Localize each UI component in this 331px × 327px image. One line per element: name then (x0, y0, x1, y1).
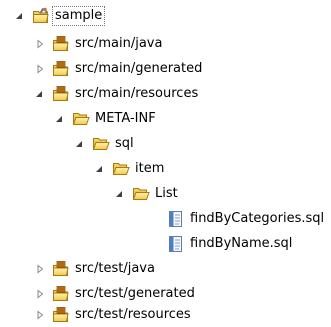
tree-item-label: src/test/java (75, 261, 155, 276)
source-folder-icon (52, 285, 70, 303)
sql-file-icon (167, 235, 185, 253)
tree-item-label: src/test/resources (75, 307, 191, 322)
tree-item-src-main-java[interactable]: src/main/java (0, 32, 331, 56)
tree-item-label: META-INF (95, 111, 156, 126)
expanded-arrow-icon[interactable] (15, 11, 25, 21)
tree-item-src-test-java[interactable]: src/test/java (0, 257, 331, 281)
sql-file-icon (167, 210, 185, 228)
tree-item-src-main-generated[interactable]: src/main/generated (0, 57, 331, 81)
folder-open-icon (72, 110, 90, 128)
expanded-arrow-icon[interactable] (95, 164, 105, 174)
expanded-arrow-icon[interactable] (75, 139, 85, 149)
source-folder-icon (52, 60, 70, 78)
tree-item-label: findByCategories.sql (190, 211, 325, 226)
tree-item-src-test-resources[interactable]: src/test/resources (0, 303, 331, 327)
tree-item-label: src/test/generated (75, 286, 195, 301)
tree-item-src-main-resources[interactable]: src/main/resources (0, 82, 331, 106)
tree-item-label: sample (51, 6, 106, 26)
project-explorer-tree: sample src/main/java src/main/generated … (0, 0, 331, 325)
collapsed-arrow-icon[interactable] (35, 310, 45, 320)
expanded-arrow-icon[interactable] (35, 89, 45, 99)
java-project-icon (32, 7, 50, 25)
tree-item-label: src/main/java (75, 36, 163, 51)
expanded-arrow-icon[interactable] (115, 189, 125, 199)
folder-open-icon (132, 185, 150, 203)
expanded-arrow-icon[interactable] (55, 114, 65, 124)
tree-item-findbycategories-sql[interactable]: findByCategories.sql (0, 207, 331, 231)
tree-item-label: findByName.sql (190, 236, 293, 251)
collapsed-arrow-icon[interactable] (35, 64, 45, 74)
source-folder-icon (52, 35, 70, 53)
tree-item-findbyname-sql[interactable]: findByName.sql (0, 232, 331, 256)
collapsed-arrow-icon[interactable] (35, 264, 45, 274)
tree-item-label: List (155, 186, 178, 201)
tree-item-item[interactable]: item (0, 157, 331, 181)
source-folder-icon (52, 260, 70, 278)
tree-item-label: sql (115, 136, 134, 151)
source-folder-icon (52, 306, 70, 324)
folder-open-icon (92, 135, 110, 153)
tree-item-list[interactable]: List (0, 182, 331, 206)
tree-item-label: src/main/resources (75, 86, 199, 101)
folder-open-icon (112, 160, 130, 178)
collapsed-arrow-icon[interactable] (35, 39, 45, 49)
collapsed-arrow-icon[interactable] (35, 289, 45, 299)
tree-item-sql[interactable]: sql (0, 132, 331, 156)
tree-item-label: item (135, 161, 165, 176)
source-folder-icon (52, 85, 70, 103)
tree-item-sample[interactable]: sample (0, 4, 331, 28)
tree-item-label: src/main/generated (75, 61, 203, 76)
tree-item-meta-inf[interactable]: META-INF (0, 107, 331, 131)
